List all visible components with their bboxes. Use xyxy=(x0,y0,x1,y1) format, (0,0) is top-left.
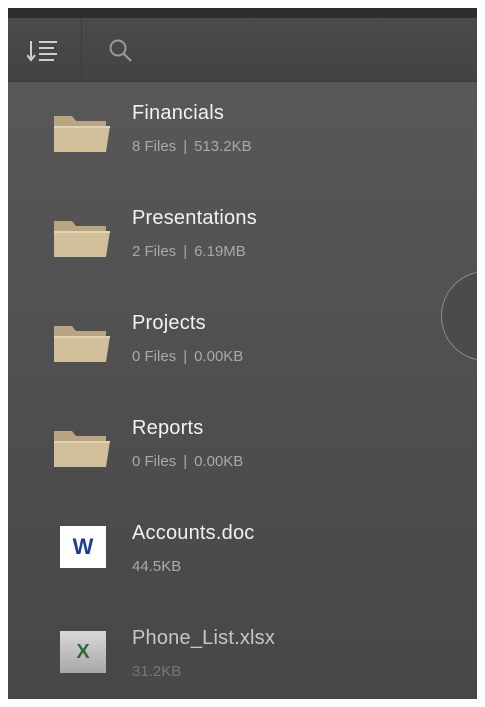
search-icon xyxy=(109,39,132,62)
item-name: Financials xyxy=(132,102,225,124)
list-item[interactable]: W Accounts.doc 44.5KB xyxy=(8,502,477,607)
list-item[interactable]: Financials 8 Files | 513.2KB xyxy=(8,82,477,187)
file-count: 8 Files xyxy=(132,138,177,155)
list-item[interactable]: Presentations 2 Files | 6.19MB xyxy=(8,187,477,292)
item-meta: 8 Files | 513.2KB xyxy=(132,138,252,155)
item-name: Projects xyxy=(132,312,206,334)
list-item[interactable]: X Phone_List.xlsx 31.2KB xyxy=(8,607,477,699)
file-list: Financials 8 Files | 513.2KB Presentations… xyxy=(8,82,477,699)
file-size: 513.2KB xyxy=(194,138,252,155)
file-count: 0 Files xyxy=(132,453,177,470)
sort-button[interactable] xyxy=(22,34,66,68)
item-name: Phone_List.xlsx xyxy=(132,627,276,649)
file-count: 0 Files xyxy=(132,348,177,365)
folder-icon xyxy=(52,425,112,473)
word-document-icon: W xyxy=(60,526,106,568)
top-edge xyxy=(8,8,477,18)
list-item[interactable]: Projects 0 Files | 0.00KB xyxy=(8,292,477,397)
file-size: 31.2KB xyxy=(132,663,182,680)
toolbar-divider xyxy=(81,18,82,82)
item-meta: 2 Files | 6.19MB xyxy=(132,243,246,260)
file-size: 44.5KB xyxy=(132,558,182,575)
item-name: Reports xyxy=(132,417,204,439)
folder-icon xyxy=(52,320,112,368)
file-size: 0.00KB xyxy=(194,453,244,470)
item-meta: 0 Files | 0.00KB xyxy=(132,348,243,365)
file-size: 0.00KB xyxy=(194,348,244,365)
file-browser-panel: Financials 8 Files | 513.2KB Presentations… xyxy=(8,8,477,699)
separator: | xyxy=(183,348,188,365)
item-name: Presentations xyxy=(132,207,257,229)
sort-list-icon xyxy=(27,41,57,62)
file-size: 6.19MB xyxy=(194,243,246,260)
file-count: 2 Files xyxy=(132,243,177,260)
toolbar xyxy=(8,18,477,82)
separator: | xyxy=(183,453,188,470)
item-meta: 0 Files | 0.00KB xyxy=(132,453,243,470)
separator: | xyxy=(183,243,188,260)
folder-icon xyxy=(52,110,112,158)
item-name: Accounts.doc xyxy=(132,522,255,544)
list-item[interactable]: Reports 0 Files | 0.00KB xyxy=(8,397,477,502)
separator: | xyxy=(183,138,188,155)
excel-document-icon: X xyxy=(60,631,106,673)
search-button[interactable] xyxy=(104,34,138,68)
folder-icon xyxy=(52,215,112,263)
